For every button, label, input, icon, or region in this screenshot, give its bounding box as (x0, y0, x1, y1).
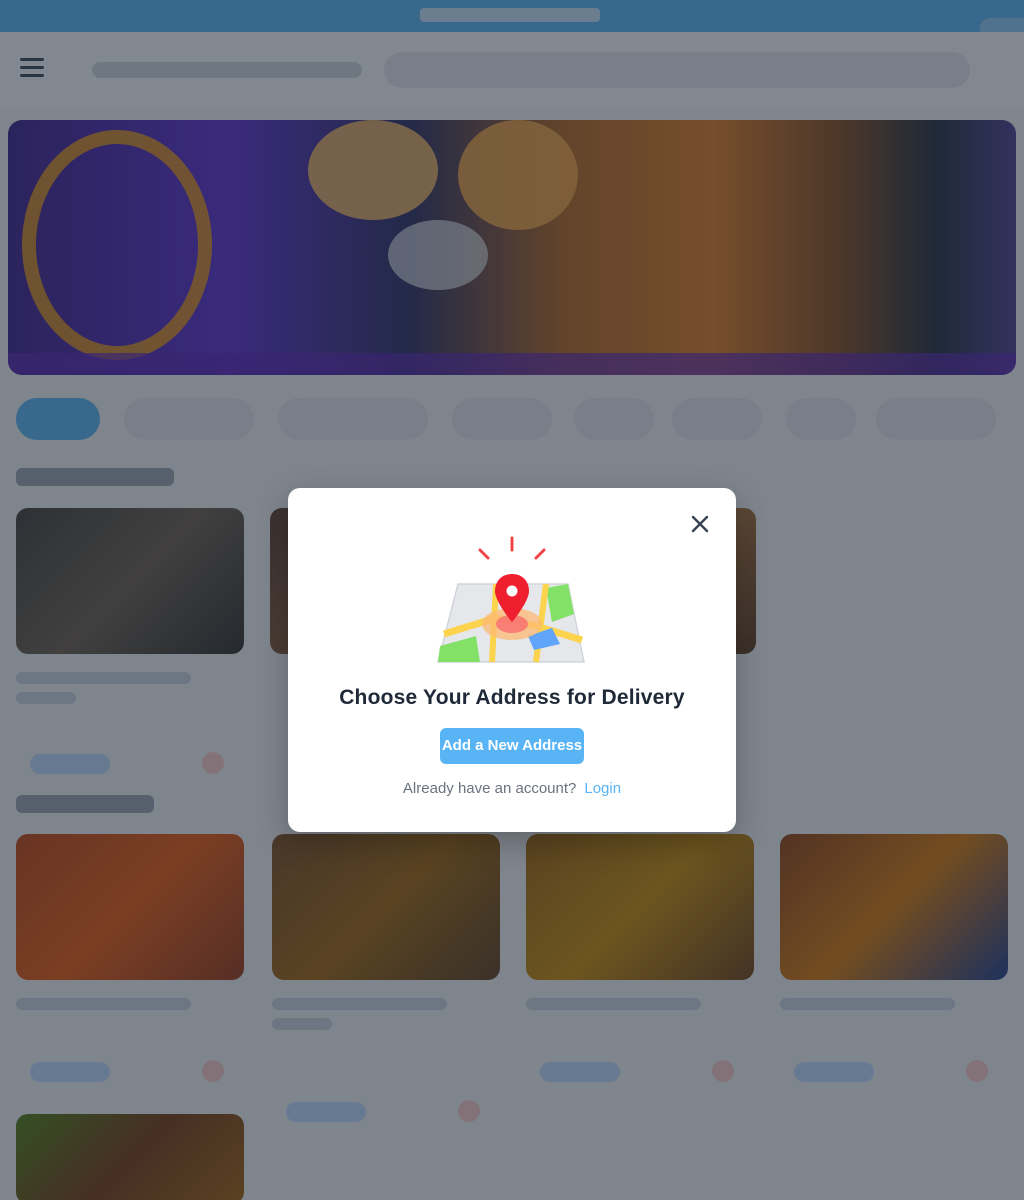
map-pin-icon (436, 536, 588, 666)
account-prompt-text: Already have an account? (402, 780, 577, 797)
address-modal: Choose Your Address for Delivery Add a N… (288, 488, 736, 832)
modal-title: Choose Your Address for Delivery (339, 686, 685, 709)
add-address-button[interactable]: Add a New Address (440, 728, 584, 764)
close-icon[interactable] (690, 514, 710, 534)
login-link[interactable]: Login (584, 780, 621, 797)
login-prompt: Already have an account? Login (288, 780, 736, 797)
